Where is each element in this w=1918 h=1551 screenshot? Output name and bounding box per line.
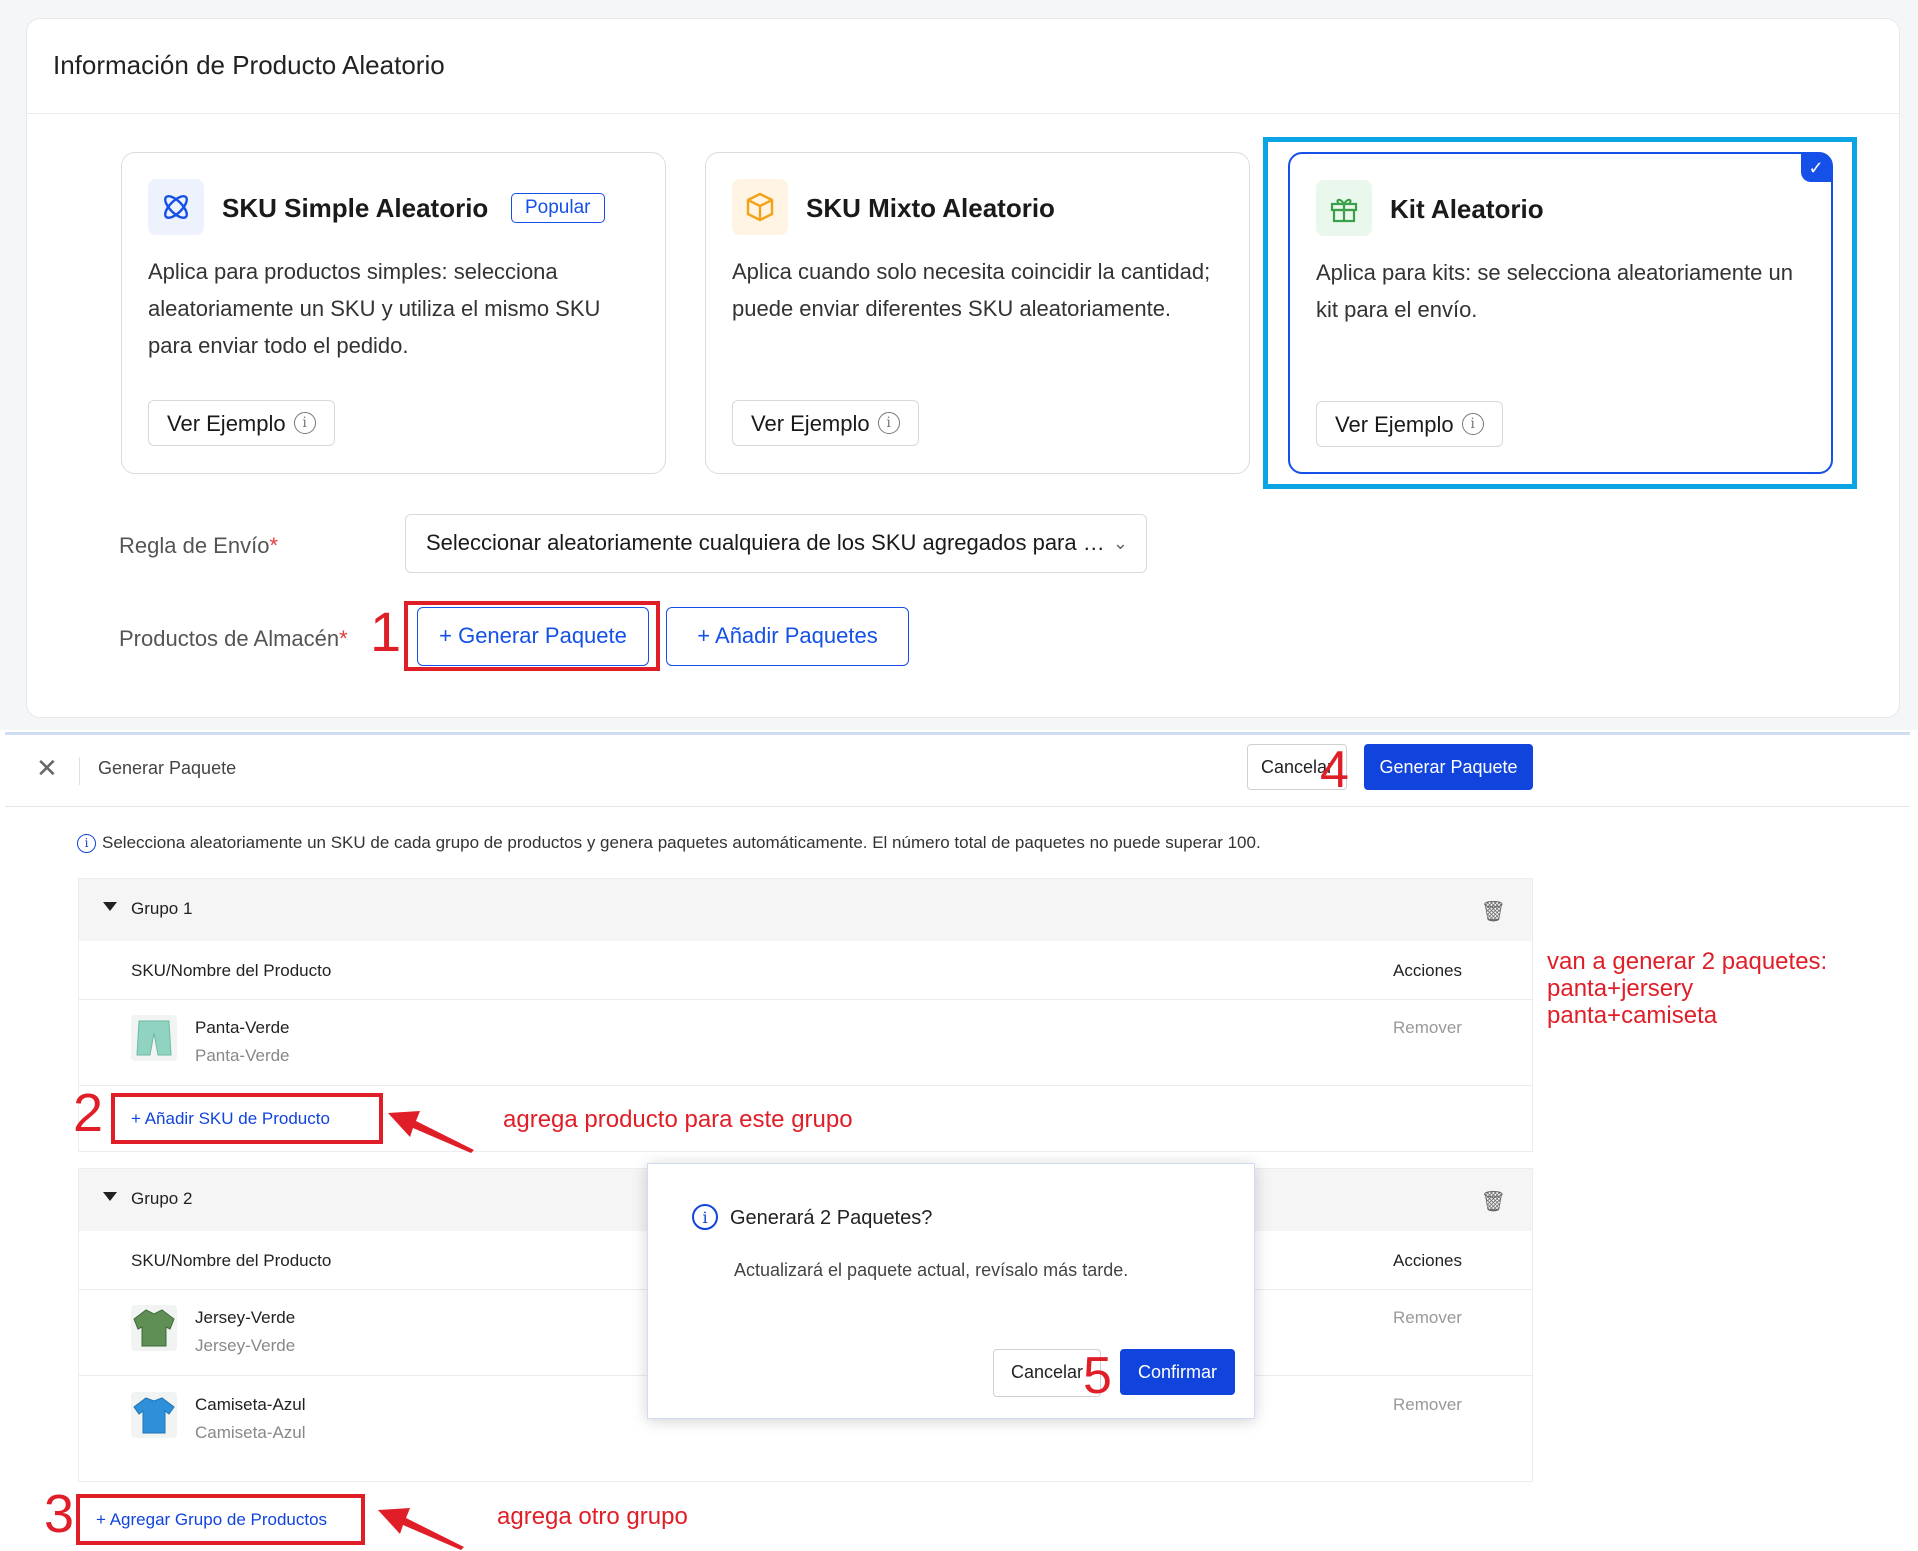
remove-link[interactable]: Remover	[1393, 1018, 1462, 1038]
option-card-sku-mixed[interactable]: SKU Mixto Aleatorio Aplica cuando solo n…	[705, 152, 1250, 474]
selection-highlight	[1263, 137, 1857, 489]
confirmation-dialog: i Generará 2 Paquetes? Actualizará el pa…	[647, 1163, 1255, 1419]
step-number-4: 4	[1320, 741, 1349, 799]
tshirt-image	[131, 1392, 177, 1438]
product-name: Jersey-Verde	[195, 1308, 296, 1327]
box-icon	[732, 179, 788, 235]
close-icon[interactable]: ✕	[36, 753, 58, 784]
product-sku: Camiseta-Azul	[195, 1423, 306, 1442]
row-divider	[79, 999, 1532, 1000]
step-number-1: 1	[370, 600, 402, 663]
note-result-line-3: panta+camiseta	[1547, 1002, 1718, 1029]
shipping-rule-label: Regla de Envío*	[119, 533, 278, 558]
column-header-product: SKU/Nombre del Producto	[131, 961, 332, 980]
view-example-button[interactable]: Ver Ejemplo i	[732, 400, 919, 446]
info-icon: i	[877, 412, 900, 434]
group-name: Grupo 1	[131, 899, 193, 918]
annotation-box-1	[404, 601, 660, 671]
note-result-line-1: van a generar 2 paquetes:	[1547, 948, 1828, 975]
step-number-5: 5	[1083, 1347, 1112, 1405]
modal-header	[5, 735, 1910, 807]
trash-icon[interactable]: 🗑	[1481, 1189, 1506, 1214]
option-description: Aplica cuando solo necesita coincidir la…	[732, 259, 1211, 321]
row-divider	[79, 1085, 1532, 1086]
modal-title: Generar Paquete	[98, 758, 237, 778]
annotation-box-2	[111, 1093, 383, 1144]
trash-icon[interactable]: 🗑	[1481, 899, 1506, 924]
atom-icon	[148, 179, 204, 235]
divider	[27, 113, 1899, 114]
product-sku: Panta-Verde	[195, 1046, 290, 1065]
confirm-generate-button[interactable]: Generar Paquete	[1364, 744, 1533, 790]
column-header-actions: Acciones	[1393, 961, 1462, 980]
info-notice: i Selecciona aleatoriamente un SKU de ca…	[77, 833, 1261, 853]
dialog-title: Generará 2 Paquetes?	[730, 1207, 933, 1229]
info-icon: i	[293, 412, 316, 434]
chevron-down-icon: ⌄	[1112, 533, 1128, 553]
section-title: Información de Producto Aleatorio	[53, 50, 445, 80]
step-number-3: 3	[44, 1484, 75, 1544]
option-title: SKU Simple Aleatorio	[222, 193, 489, 223]
remove-link[interactable]: Remover	[1393, 1308, 1462, 1328]
pants-image	[131, 1015, 177, 1061]
button-label: Ver Ejemplo	[751, 410, 870, 436]
dialog-body: Actualizará el paquete actual, revísalo …	[734, 1260, 1129, 1280]
popular-badge: Popular	[511, 193, 605, 223]
dialog-confirm-button[interactable]: Confirmar	[1120, 1349, 1235, 1395]
warehouse-products-label: Productos de Almacén*	[119, 626, 348, 651]
group-header[interactable]	[79, 879, 1532, 941]
jersey-image	[131, 1305, 177, 1351]
info-icon: i	[77, 833, 96, 853]
remove-link[interactable]: Remover	[1393, 1395, 1462, 1415]
caret-down-icon[interactable]	[103, 1192, 117, 1201]
header-separator	[79, 757, 80, 785]
annotation-box-3	[76, 1494, 365, 1545]
column-header-product: SKU/Nombre del Producto	[131, 1251, 332, 1270]
note-add-group: agrega otro grupo	[497, 1503, 688, 1530]
column-header-actions: Acciones	[1393, 1251, 1462, 1270]
view-example-button[interactable]: Ver Ejemplo i	[148, 400, 335, 446]
product-name: Panta-Verde	[195, 1018, 290, 1037]
caret-down-icon[interactable]	[103, 902, 117, 911]
option-title: SKU Mixto Aleatorio	[806, 193, 1055, 223]
arrow-icon	[378, 1508, 464, 1550]
button-label: Ver Ejemplo	[167, 410, 286, 436]
group-name: Grupo 2	[131, 1189, 193, 1208]
product-sku: Jersey-Verde	[195, 1336, 296, 1355]
option-card-sku-simple[interactable]: SKU Simple Aleatorio Popular Aplica para…	[121, 152, 666, 474]
note-add-product: agrega producto para este grupo	[503, 1106, 853, 1133]
product-name: Camiseta-Azul	[195, 1395, 306, 1414]
note-result-line-2: panta+jersery	[1547, 975, 1694, 1002]
shipping-rule-select[interactable]: Seleccionar aleatoriamente cualquiera de…	[405, 514, 1147, 573]
arrow-icon	[388, 1111, 474, 1153]
add-packages-button[interactable]: + Añadir Paquetes	[666, 607, 909, 666]
step-number-2: 2	[73, 1083, 104, 1143]
info-icon: i	[692, 1204, 718, 1230]
option-description: Aplica para productos simples: seleccion…	[148, 259, 601, 358]
